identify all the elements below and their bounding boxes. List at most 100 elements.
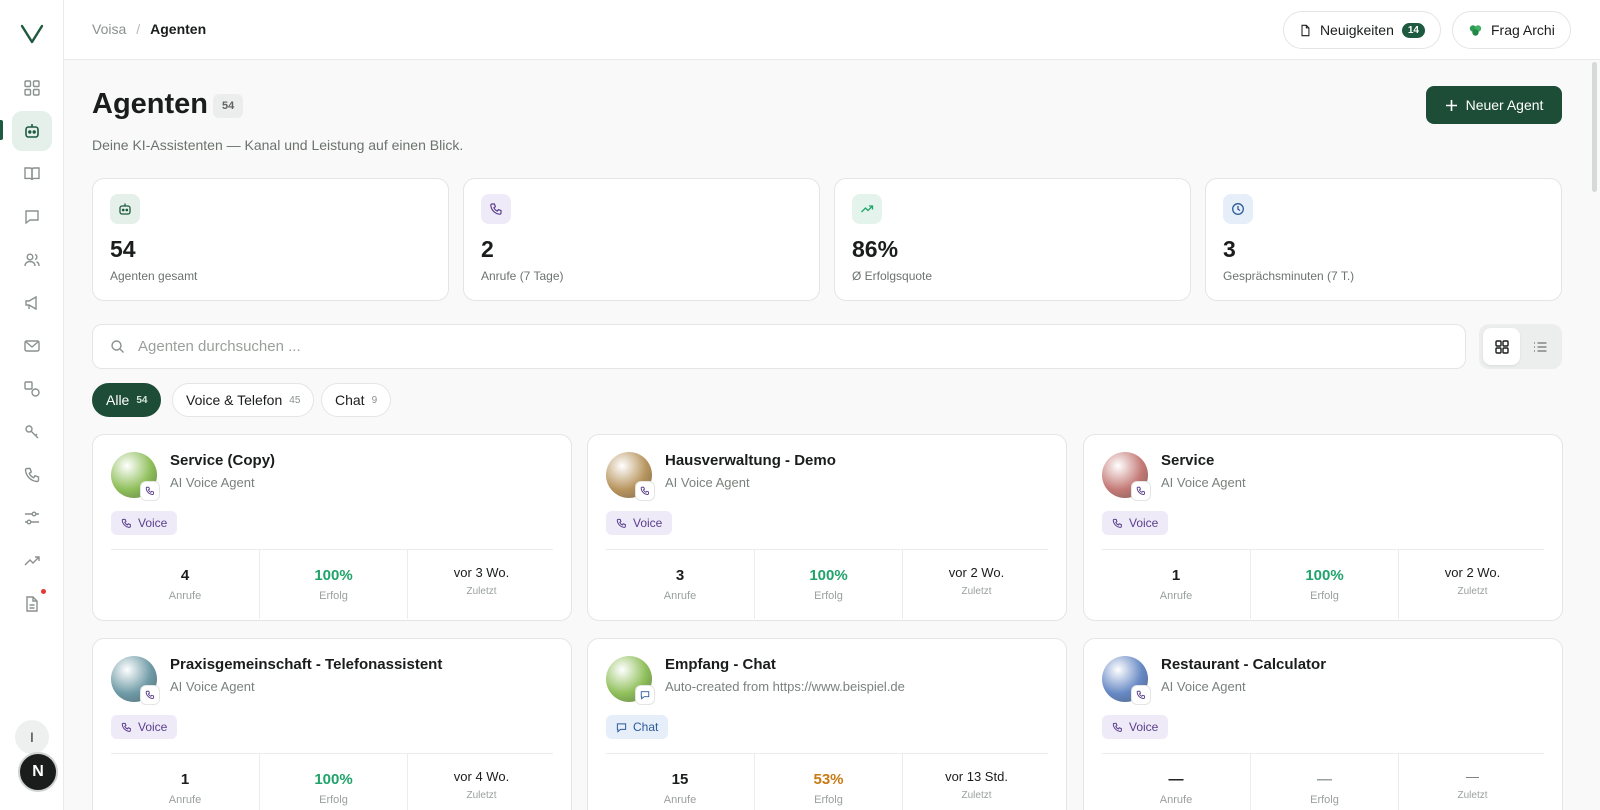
agent-card[interactable]: Service (Copy) AI Voice Agent Voice 4 Anrufe… [92,434,572,621]
metric-last: vor 2 Wo. Zuletzt [902,549,1050,619]
metric-label: Zuletzt [466,586,497,597]
agent-type: AI Voice Agent [1161,475,1246,490]
metric-label: Zuletzt [961,586,992,597]
metric-success: 100% Erfolg [754,549,902,619]
stat-card-minutes: 3 Gesprächsminuten (7 T.) [1205,178,1562,301]
nav-conversations[interactable] [12,197,52,237]
new-agent-button[interactable]: Neuer Agent [1426,86,1562,124]
nav-keys[interactable] [12,412,52,452]
grid-view-button[interactable] [1483,328,1520,365]
user-avatar[interactable]: N [18,752,58,792]
agent-type: Auto-created from https://www.beispiel.d… [665,679,905,694]
stat-label: Agenten gesamt [110,269,198,283]
nav-analytics[interactable] [12,541,52,581]
sidebar: I N [0,0,64,810]
stat-label: Anrufe (7 Tage) [481,269,564,283]
nav-contacts[interactable] [12,240,52,280]
agent-card[interactable]: Empfang - Chat Auto-created from https://… [587,638,1067,810]
view-toggle [1479,324,1562,369]
trend-up-icon [852,194,882,224]
metric-label: Zuletzt [1457,586,1488,597]
stat-card-calls: 2 Anrufe (7 Tage) [463,178,820,301]
channel-label: Voice [1129,516,1159,530]
agent-card[interactable]: Praxisgemeinschaft - Telefonassistent AI … [92,638,572,810]
ask-archi-button[interactable]: Frag Archi [1452,11,1571,49]
chat-icon [616,722,627,733]
metric-value: vor 2 Wo. [948,565,1005,580]
page-subtitle: Deine KI-Assistenten — Kanal und Leistun… [92,137,464,153]
metric-calls: 15 Anrufe [606,753,754,810]
agent-name: Praxisgemeinschaft - Telefonassistent [170,656,443,673]
channel-tag: Voice [1102,511,1169,535]
nav-agents[interactable] [12,111,52,151]
metric-value: — [1168,771,1184,788]
news-button[interactable]: Neuigkeiten 14 [1283,11,1441,49]
nav-documents[interactable] [12,584,52,624]
metric-label: Anrufe [168,794,202,806]
agent-name: Service (Copy) [170,452,276,469]
clover-icon [1469,24,1482,36]
metric-success: 100% Erfolg [259,549,407,619]
phone-icon [1132,686,1150,704]
nav-settings[interactable] [12,498,52,538]
grid-icon [1494,339,1509,354]
voisa-logo[interactable] [19,22,45,46]
nav-mail[interactable] [12,326,52,366]
agent-card[interactable]: Hausverwaltung - Demo AI Voice Agent Voice… [587,434,1067,621]
clock-icon [1223,194,1253,224]
list-view-button[interactable] [1521,328,1558,365]
metric-label: Erfolg [1310,794,1339,806]
breadcrumb-root[interactable]: Voisa [92,21,126,37]
stat-label: Ø Erfolgsquote [852,269,933,283]
users-icon [24,253,40,267]
key-icon [25,425,39,439]
metric-label: Zuletzt [466,790,497,801]
agent-card[interactable]: Restaurant - Calculator AI Voice Agent Voi… [1083,638,1563,810]
agent-card[interactable]: Service AI Voice Agent Voice 1 Anrufe 100% Erf… [1083,434,1563,621]
metric-label: Anrufe [663,794,697,806]
page-title: Agenten [92,88,208,120]
news-label: Neuigkeiten [1319,22,1394,38]
metric-value: 4 [180,567,190,584]
workspace-avatar[interactable]: I [15,720,49,754]
filter-voice[interactable]: Voice & Telefon 45 [172,383,315,417]
metric-last: — Zuletzt [1398,753,1546,810]
phone-icon [121,518,132,529]
stat-value: 86% [852,236,899,262]
search-input[interactable] [138,338,1338,355]
metric-label: Erfolg [814,794,843,806]
metric-last: vor 13 Std. Zuletzt [902,753,1050,810]
metric-value: vor 13 Std. [945,769,1008,784]
nav-campaigns[interactable] [12,283,52,323]
agent-type: AI Voice Agent [170,475,255,490]
nav-integrations[interactable] [12,369,52,409]
filter-label: Chat [335,392,365,408]
nav-dashboard[interactable] [12,68,52,108]
metric-success: 100% Erfolg [1250,549,1398,619]
nav-knowledge[interactable] [12,154,52,194]
scrollbar[interactable] [1592,62,1597,192]
trend-up-icon [24,556,40,566]
chat-icon [636,686,654,704]
metric-value: vor 3 Wo. [453,565,510,580]
channel-tag: Voice [111,715,178,739]
stat-label: Gesprächsminuten (7 T.) [1223,269,1355,283]
filter-chat[interactable]: Chat 9 [321,383,392,417]
nav-phone[interactable] [12,455,52,495]
search-bar [92,324,1466,369]
phone-icon [141,686,159,704]
filter-all[interactable]: Alle 54 [92,383,162,417]
channel-label: Voice [138,720,168,734]
filter-count: 54 [136,394,148,406]
metric-last: vor 3 Wo. Zuletzt [407,549,555,619]
channel-tag: Voice [606,511,673,535]
megaphone-icon [25,295,37,311]
phone-icon [24,467,40,483]
filter-label: Voice & Telefon [186,392,283,408]
metric-value: 53% [813,771,844,788]
agent-type: AI Voice Agent [170,679,255,694]
bot-icon [25,124,39,138]
phone-icon [141,482,159,500]
metric-value: 100% [809,567,848,584]
stat-card-success: 86% Ø Erfolgsquote [834,178,1191,301]
